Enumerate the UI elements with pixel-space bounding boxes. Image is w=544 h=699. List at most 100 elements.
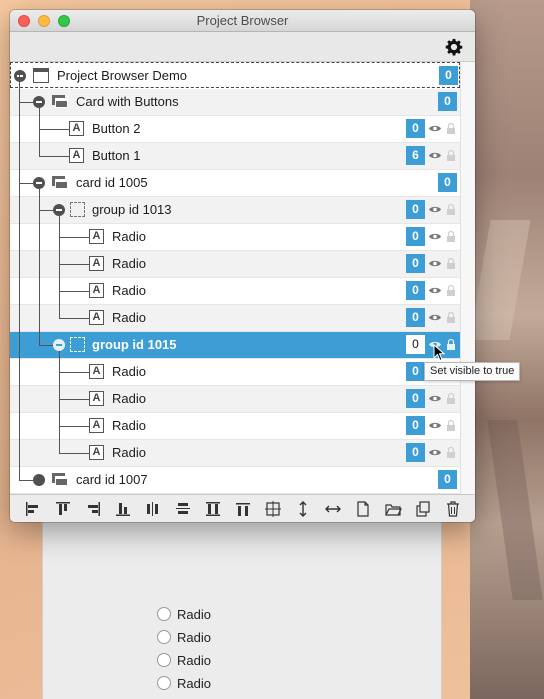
tree-row-label: Radio [112, 310, 146, 325]
lock-icon[interactable] [447, 231, 455, 242]
tree-row-control[interactable]: A Button 2 0 [10, 116, 460, 143]
tree-line [59, 453, 89, 454]
count-badge: 0 [406, 335, 425, 354]
eye-icon[interactable] [429, 232, 441, 241]
stack-window-icon [33, 68, 49, 83]
stretch-horizontal-icon[interactable] [324, 500, 342, 518]
tree-row-group-selected[interactable]: group id 1015 0 [10, 332, 460, 359]
lock-icon[interactable] [447, 312, 455, 323]
align-bottom-icon[interactable] [114, 500, 132, 518]
tree-line [39, 210, 53, 211]
lock-icon[interactable] [447, 393, 455, 404]
lock-icon[interactable] [447, 285, 455, 296]
lock-icon[interactable] [447, 447, 455, 458]
tree-row-card[interactable]: card id 1007 0 [10, 467, 460, 494]
collapse-toggle-icon[interactable] [53, 204, 65, 216]
distribute-vertical-icon[interactable] [174, 500, 192, 518]
radio-circle-icon[interactable] [157, 607, 171, 621]
align-top-icon[interactable] [54, 500, 72, 518]
eye-icon[interactable] [429, 286, 441, 295]
tree-line [19, 480, 33, 481]
eye-icon[interactable] [429, 421, 441, 430]
trash-icon[interactable] [444, 500, 462, 518]
control-icon: A [89, 418, 104, 433]
tree-row-card[interactable]: card id 1005 0 [10, 170, 460, 197]
radio-label: Radio [177, 652, 211, 668]
count-badge: 0 [406, 254, 425, 273]
new-document-icon[interactable] [354, 500, 372, 518]
control-icon: A [89, 283, 104, 298]
radio-button[interactable]: Radio [157, 627, 211, 647]
tree-line [59, 351, 60, 453]
eye-icon[interactable] [429, 124, 441, 133]
tree-line [59, 372, 89, 373]
tree-row-label: Project Browser Demo [57, 68, 188, 83]
tree-row-stack[interactable]: Project Browser Demo 0 [10, 62, 460, 88]
equal-width-icon[interactable] [234, 500, 252, 518]
tree-line [59, 264, 89, 265]
radio-button[interactable]: Radio [157, 604, 211, 624]
tree-line [59, 237, 89, 238]
tree-row-group[interactable]: group id 1013 0 [10, 197, 460, 224]
duplicate-icon[interactable] [414, 500, 432, 518]
eye-icon[interactable] [429, 394, 441, 403]
card-icon [52, 473, 68, 487]
tree-row-label: Radio [112, 283, 146, 298]
radio-label: Radio [177, 606, 211, 622]
equal-height-icon[interactable] [204, 500, 222, 518]
center-icon[interactable] [264, 500, 282, 518]
card-icon [52, 95, 68, 109]
tooltip: Set visible to true [424, 362, 521, 381]
count-badge: 0 [438, 173, 457, 192]
radio-circle-icon[interactable] [157, 676, 171, 690]
tree-row-label: Button 1 [92, 148, 141, 163]
collapse-toggle-icon[interactable] [53, 339, 65, 351]
count-badge: 6 [406, 146, 425, 165]
align-left-icon[interactable] [24, 500, 42, 518]
eye-icon[interactable] [429, 151, 441, 160]
eye-icon[interactable] [429, 448, 441, 457]
lock-icon[interactable] [447, 339, 455, 350]
collapse-toggle-icon[interactable] [33, 177, 45, 189]
open-folder-icon[interactable] [384, 500, 402, 518]
tree-row-label: Radio [112, 391, 146, 406]
lock-icon[interactable] [447, 204, 455, 215]
tree-line [39, 156, 69, 157]
tree-line [39, 189, 40, 345]
align-right-icon[interactable] [84, 500, 102, 518]
lock-icon[interactable] [447, 123, 455, 134]
collapse-toggle-icon[interactable] [33, 96, 45, 108]
eye-icon[interactable] [429, 313, 441, 322]
stretch-vertical-icon[interactable] [294, 500, 312, 518]
radio-label: Radio [177, 629, 211, 645]
count-badge: 0 [406, 416, 425, 435]
tree-row-label: card id 1007 [76, 472, 148, 487]
radio-button[interactable]: Radio [157, 650, 211, 670]
eye-icon[interactable] [429, 205, 441, 214]
lock-icon[interactable] [447, 420, 455, 431]
tree-row-label: card id 1005 [76, 175, 148, 190]
distribute-horizontal-icon[interactable] [144, 500, 162, 518]
mouse-cursor-icon [433, 344, 445, 362]
count-badge: 0 [438, 92, 457, 111]
radio-button[interactable]: Radio [157, 673, 211, 693]
count-badge: 0 [406, 443, 425, 462]
tree-row-label: Radio [112, 229, 146, 244]
lock-icon[interactable] [447, 258, 455, 269]
gear-icon[interactable] [445, 38, 463, 56]
collapse-toggle-icon[interactable] [14, 70, 26, 82]
count-badge: 0 [406, 389, 425, 408]
radio-circle-icon[interactable] [157, 630, 171, 644]
lock-icon[interactable] [447, 150, 455, 161]
window-title: Project Browser [196, 13, 289, 28]
tree-row-control[interactable]: A Button 1 6 [10, 143, 460, 170]
eye-icon[interactable] [429, 259, 441, 268]
title-bar[interactable]: Project Browser [10, 10, 475, 32]
radio-label: Radio [177, 675, 211, 691]
tree-line [39, 129, 69, 130]
bottom-toolbar [10, 494, 475, 522]
tree-row-card[interactable]: Card with Buttons 0 [10, 89, 460, 116]
expand-toggle-icon[interactable] [33, 474, 45, 486]
vertical-scrollbar[interactable] [460, 62, 475, 494]
radio-circle-icon[interactable] [157, 653, 171, 667]
